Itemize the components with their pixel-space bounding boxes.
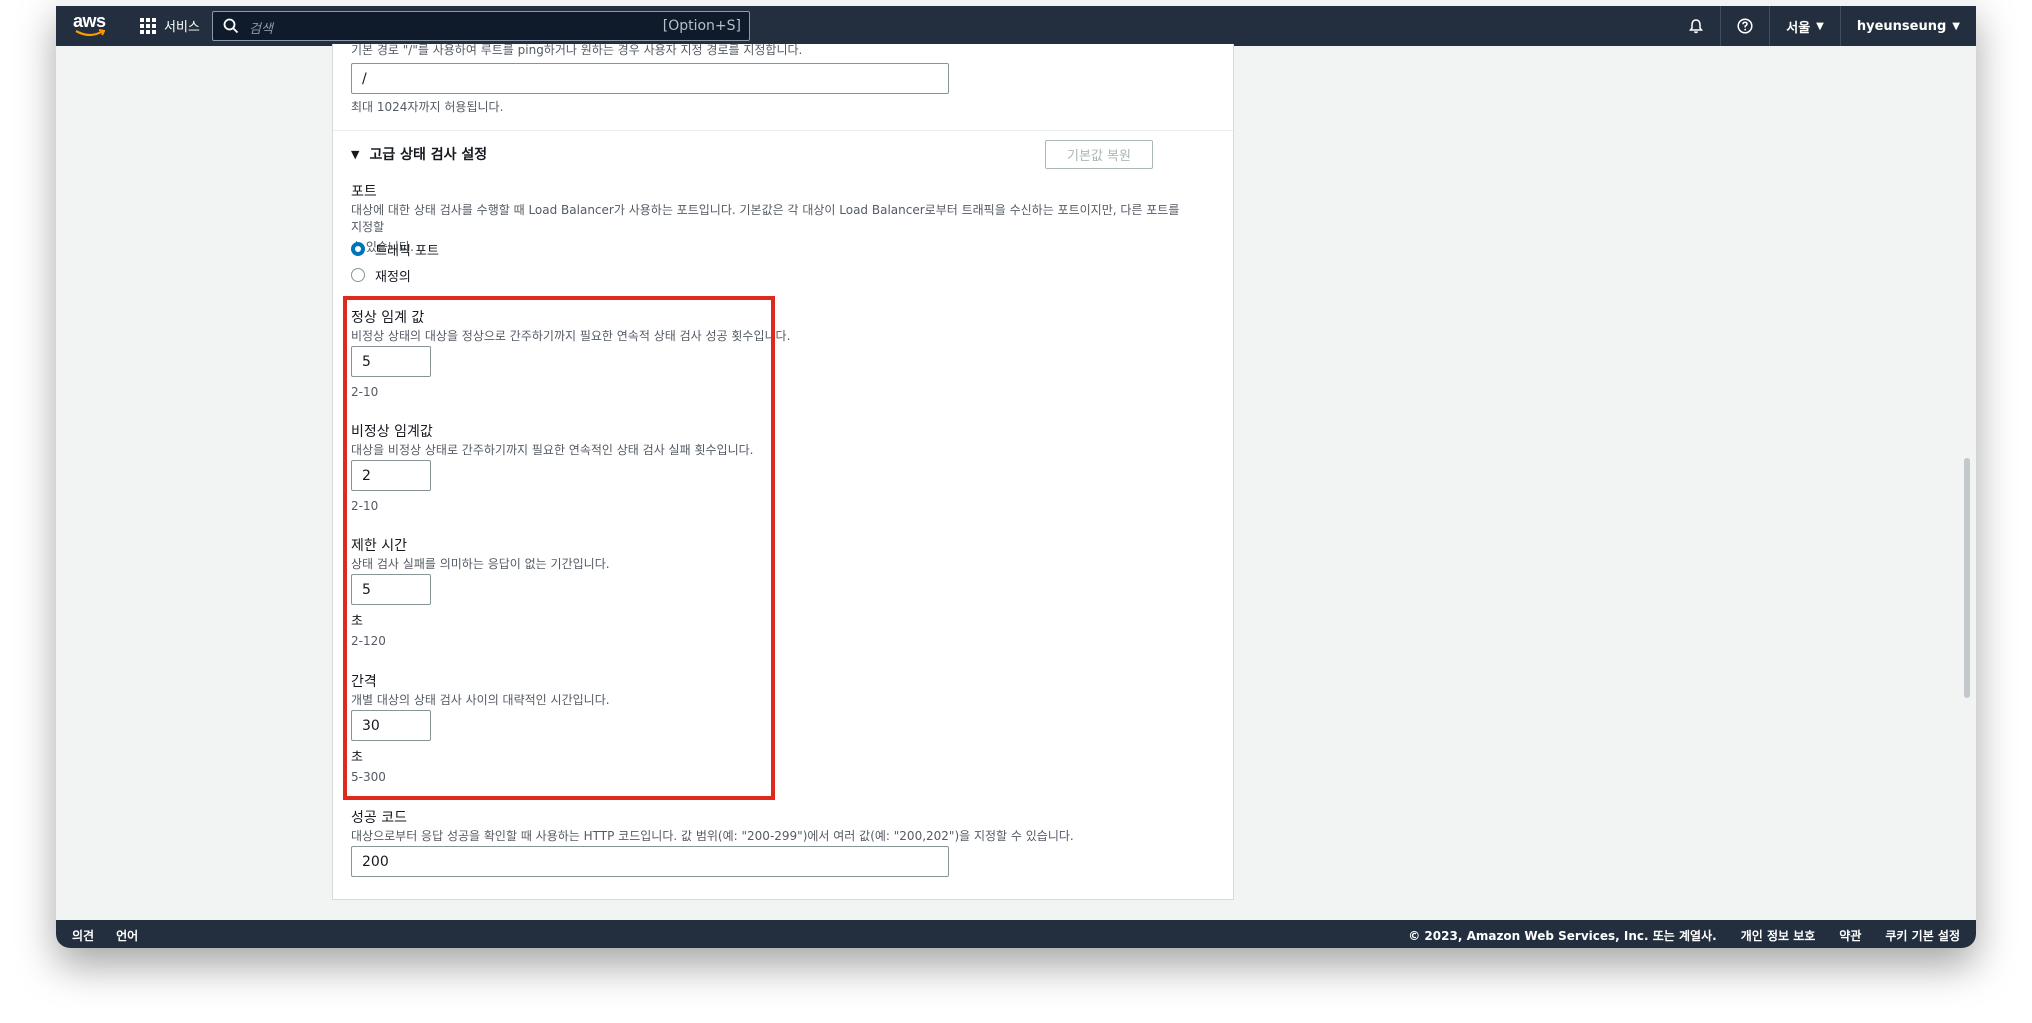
path-description: 기본 경로 "/"를 사용하여 루트를 ping하거나 원하는 경우 사용자 지…: [351, 43, 803, 57]
region-label: 서울: [1786, 20, 1811, 36]
copyright-text: © 2023, Amazon Web Services, Inc. 또는 계열사…: [1408, 929, 1717, 943]
console-footer: 의견 언어 © 2023, Amazon Web Services, Inc. …: [56, 920, 1976, 948]
port-label: 포트: [351, 184, 377, 200]
path-value: /: [362, 70, 367, 87]
reset-defaults-button[interactable]: 기본값 복원: [1045, 140, 1153, 169]
path-hint: 최대 1024자까지 허용됩니다.: [351, 100, 504, 114]
region-selector[interactable]: 서울 ▼: [1769, 6, 1840, 46]
port-description: 대상에 대한 상태 검사를 수행할 때 Load Balancer가 사용하는 …: [351, 203, 1180, 254]
feedback-link[interactable]: 의견: [72, 927, 94, 944]
radio-traffic-port-label[interactable]: 트래픽 포트: [375, 240, 439, 259]
aws-smile-icon: [75, 29, 105, 37]
top-navigation-bar: aws 서비스 검색 [Option+S] 서울 ▼ hyeunseung ▼: [56, 6, 1976, 46]
caret-down-icon: ▼: [1952, 20, 1960, 32]
search-input[interactable]: 검색 [Option+S]: [212, 11, 750, 41]
notifications-button[interactable]: [1672, 6, 1720, 46]
success-codes-input[interactable]: 200: [351, 846, 949, 877]
search-icon: [223, 18, 239, 34]
advanced-settings-toggle[interactable]: ▼ 고급 상태 검사 설정: [351, 144, 487, 164]
help-icon: [1737, 18, 1753, 34]
account-menu[interactable]: hyeunseung ▼: [1839, 6, 1976, 46]
language-link[interactable]: 언어: [116, 927, 138, 944]
search-placeholder: 검색: [249, 22, 273, 37]
services-label: 서비스: [164, 20, 200, 35]
cookie-preferences-link[interactable]: 쿠키 기본 설정: [1885, 927, 1960, 944]
success-codes-label: 성공 코드: [351, 810, 407, 826]
aws-logo[interactable]: aws: [73, 11, 107, 39]
privacy-link[interactable]: 개인 정보 보호: [1741, 927, 1816, 944]
success-codes-description: 대상으로부터 응답 성공을 확인할 때 사용하는 HTTP 코드입니다. 값 범…: [351, 829, 1074, 843]
user-label: hyeunseung: [1856, 18, 1947, 34]
caret-down-icon: ▼: [351, 147, 360, 161]
vertical-scrollbar[interactable]: [1964, 458, 1970, 698]
console-window: aws 서비스 검색 [Option+S] 서울 ▼ hyeunseung ▼ …: [56, 0, 1976, 948]
advanced-settings-title: 고급 상태 검사 설정: [369, 147, 488, 163]
radio-override[interactable]: [351, 268, 365, 282]
section-divider: [333, 130, 1233, 131]
health-check-path-input[interactable]: /: [351, 63, 949, 94]
bell-icon: [1689, 19, 1704, 34]
services-menu-button[interactable]: 서비스: [140, 16, 200, 35]
top-right-controls: 서울 ▼ hyeunseung ▼: [1672, 6, 1976, 46]
services-grid-icon: [140, 17, 156, 34]
radio-traffic-port[interactable]: [351, 242, 365, 256]
help-button[interactable]: [1720, 6, 1769, 46]
highlight-box: [343, 296, 775, 800]
search-shortcut: [Option+S]: [662, 18, 741, 34]
terms-link[interactable]: 약관: [1839, 927, 1861, 944]
caret-down-icon: ▼: [1816, 20, 1824, 32]
radio-override-label[interactable]: 재정의: [375, 266, 411, 285]
